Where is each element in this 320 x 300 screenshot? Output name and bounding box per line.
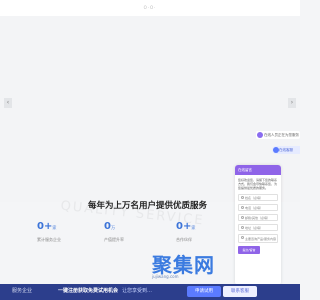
- carousel-prev-arrow-icon[interactable]: ‹: [4, 98, 12, 108]
- brand-logo: 聚集网 jujiwang.com: [152, 253, 252, 279]
- phone-icon: [240, 206, 244, 210]
- phone-field[interactable]: 电话（必填）: [238, 203, 278, 211]
- name-field[interactable]: 姓名（必填）: [238, 193, 278, 201]
- user-icon: [240, 196, 244, 200]
- stat-label: 合作伙伴: [176, 237, 192, 242]
- email-field[interactable]: 邮箱/其他（必填）: [238, 213, 278, 221]
- top-logo-mark: O·O·: [143, 5, 157, 10]
- stat-value: 0万: [104, 221, 115, 232]
- promo-text: 一键注册获取免费试用机会: [58, 288, 119, 294]
- topic-field[interactable]: 主要咨询产品/服务内容: [238, 233, 278, 243]
- contact-service-button[interactable]: 联系客服: [223, 286, 257, 297]
- stat-value: 0+家: [37, 221, 57, 232]
- stat-label: 产值提升率: [104, 237, 124, 242]
- message-icon: [240, 236, 244, 240]
- brand-tagline: jujiwang.com: [152, 274, 179, 279]
- avatar-icon: [257, 132, 263, 138]
- location-icon: [240, 226, 244, 230]
- top-bar: O·O·: [0, 0, 300, 16]
- chat-greeting: 您好欢迎您，请留下您的联系方式，我们会尽快联系您，为您提供最优质的服务。: [238, 178, 278, 191]
- stat-item: 0+家 累计服务企业: [37, 220, 97, 243]
- stat-value: 0+家: [176, 221, 196, 232]
- stat-item: 0万 产值提升率: [104, 220, 164, 243]
- promo-link[interactable]: 让您享受到…: [122, 287, 152, 294]
- section-title: 每年为上万名用户提供优质服务: [88, 201, 208, 211]
- chat-header: 在线留言: [235, 165, 281, 175]
- online-status-sticker[interactable]: 在线人员正在为您服务: [256, 131, 300, 139]
- stat-item: 0+家 合作伙伴: [176, 220, 236, 243]
- online-service-button[interactable]: 在线客服: [272, 146, 300, 154]
- address-field[interactable]: 地址（必填）: [238, 223, 278, 231]
- mail-icon: [240, 216, 244, 220]
- bottom-left-text: 服务企业: [12, 288, 33, 294]
- headset-icon: [273, 147, 279, 153]
- apply-trial-button[interactable]: 申请试用: [187, 286, 221, 297]
- stat-label: 累计服务企业: [37, 237, 61, 242]
- carousel-next-arrow-icon[interactable]: ›: [288, 98, 296, 108]
